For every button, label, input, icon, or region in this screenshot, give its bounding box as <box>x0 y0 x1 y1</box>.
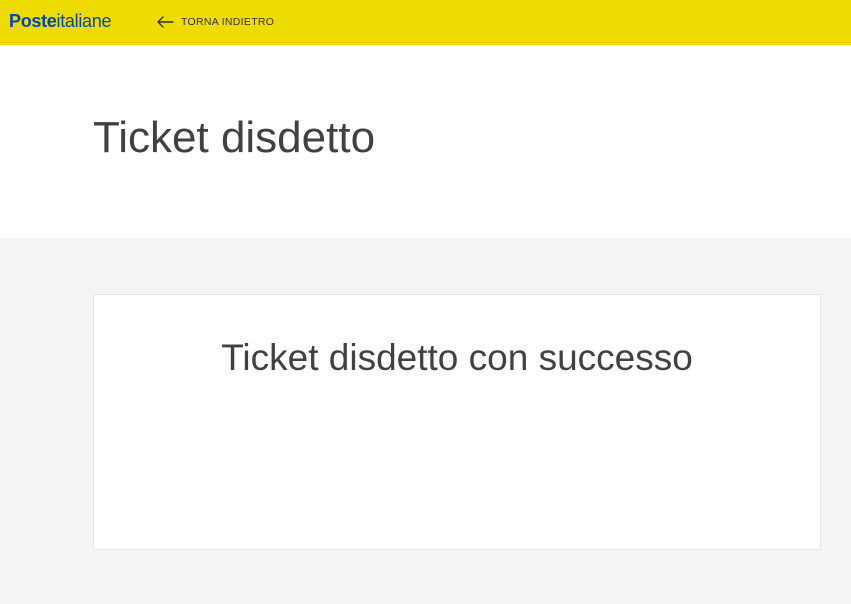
page-header: Ticket disdetto <box>0 45 851 238</box>
top-bar: Posteitaliane TORNA INDIETRO <box>0 0 851 45</box>
logo-text-bold: Poste <box>9 11 57 31</box>
logo-text-light: italiane <box>56 11 112 31</box>
back-button[interactable]: TORNA INDIETRO <box>156 12 274 32</box>
back-button-label: TORNA INDIETRO <box>181 16 275 28</box>
poste-italiane-logo[interactable]: Posteitaliane <box>9 11 111 31</box>
page-title: Ticket disdetto <box>93 113 376 162</box>
confirmation-card: Ticket disdetto con successo <box>93 294 821 550</box>
success-message: Ticket disdetto con successo <box>221 337 693 378</box>
arrow-left-icon <box>156 16 174 28</box>
